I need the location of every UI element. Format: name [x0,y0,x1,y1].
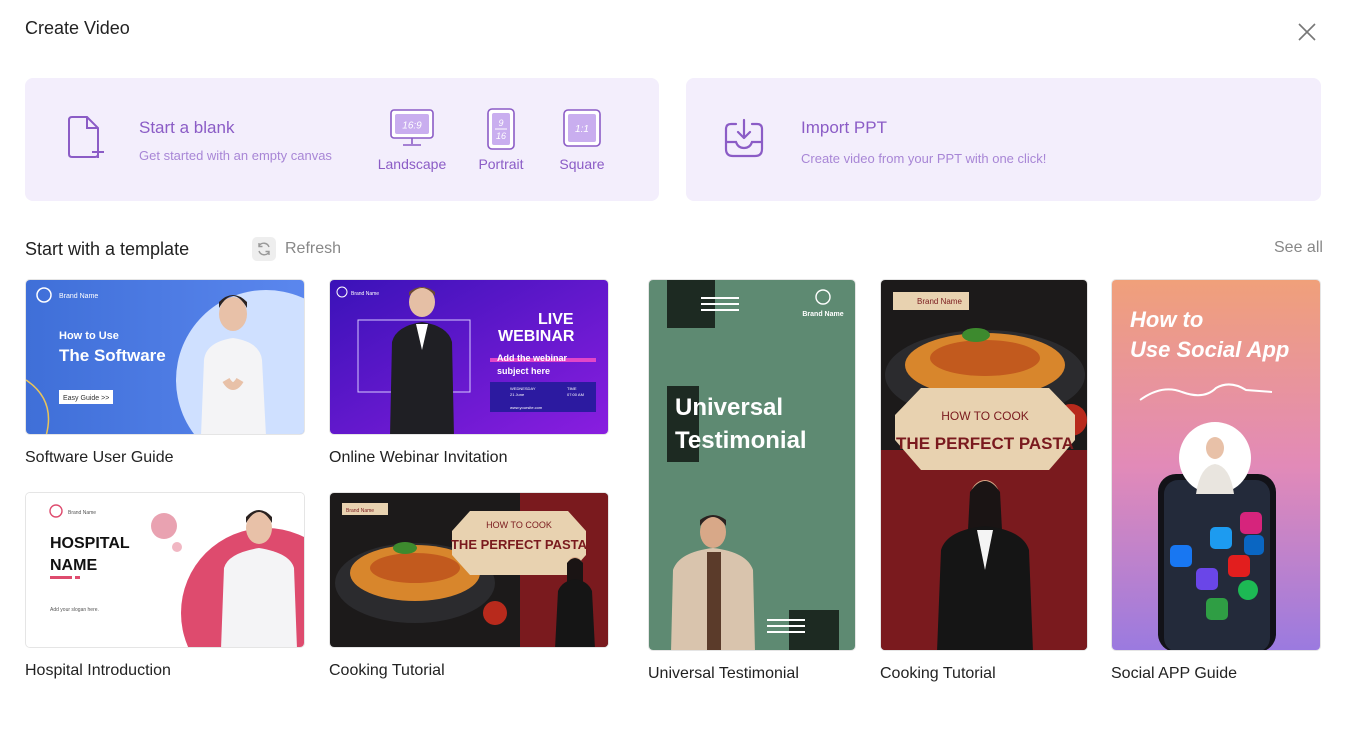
svg-text:Brand Name: Brand Name [59,293,98,300]
template-card-cooking-tutorial-portrait[interactable]: Brand Name HOW TO COOK THE PERFECT PASTA… [880,279,1088,685]
svg-text:WEDNESDAY: WEDNESDAY [510,386,536,391]
template-name: Cooking Tutorial [329,662,445,679]
refresh-button[interactable]: Refresh [252,237,341,261]
portrait-label: Portrait [478,156,524,172]
template-card-universal-testimonial[interactable]: Brand Name Universal Testimonial Univers… [648,279,856,685]
refresh-label: Refresh [285,240,342,257]
svg-text:Brand Name: Brand Name [68,510,96,516]
import-ppt-subtitle: Create video from your PPT with one clic… [801,151,1047,166]
template-thumbnail: Brand Name HOSPITAL NAME Add your slogan… [25,492,305,648]
svg-text:Use Social App: Use Social App [1130,337,1289,362]
svg-text:21 June: 21 June [510,392,525,397]
refresh-icon [252,237,276,261]
svg-text:9: 9 [498,118,503,128]
svg-text:HOW TO COOK: HOW TO COOK [486,520,552,530]
svg-text:THE PERFECT PASTA: THE PERFECT PASTA [451,537,588,552]
start-blank-subtitle: Get started with an empty canvas [139,148,332,163]
template-card-software-user-guide[interactable]: Brand Name How to Use The Software Easy … [25,279,305,469]
svg-text:www.yoursite.com: www.yoursite.com [510,405,543,410]
landscape-label: Landscape [377,156,447,172]
dialog-title: Create Video [25,18,130,38]
new-file-icon [65,114,105,162]
import-ppt-card[interactable]: Import PPT Create video from your PPT wi… [686,78,1321,201]
portrait-icon: 9 16 [487,108,515,150]
svg-text:07:00 AM: 07:00 AM [567,392,584,397]
svg-text:WEBINAR: WEBINAR [498,328,575,345]
templates-section-title: Start with a template [25,239,190,259]
square-icon: 1:1 [563,109,601,147]
svg-text:HOSPITAL: HOSPITAL [50,535,130,552]
svg-text:1:1: 1:1 [575,124,589,135]
square-button[interactable]: 1:1 Square [547,108,617,174]
template-name: Software User Guide [25,449,174,466]
svg-text:LIVE: LIVE [538,311,574,328]
svg-text:Add the webinar: Add the webinar [497,353,568,363]
start-blank-title: Start a blank [139,118,235,137]
svg-text:THE PERFECT PASTA: THE PERFECT PASTA [896,434,1074,453]
import-ppt-title: Import PPT [801,118,887,137]
see-all-link[interactable]: See all [1274,239,1323,257]
template-name: Social APP Guide [1111,665,1238,682]
svg-text:Brand Name: Brand Name [802,311,843,318]
template-name: Cooking Tutorial [880,665,996,682]
template-thumbnail: Brand Name HOW TO COOK THE PERFECT PASTA [329,492,609,648]
svg-text:subject here: subject here [497,366,550,376]
svg-text:Brand Name: Brand Name [917,297,962,306]
svg-text:16:9: 16:9 [402,121,422,132]
template-name: Hospital Introduction [25,662,171,679]
svg-text:Easy Guide >>: Easy Guide >> [63,395,109,402]
svg-text:TIME: TIME [567,386,577,391]
template-name: Online Webinar Invitation [329,449,508,466]
landscape-icon: 16:9 [390,109,434,146]
template-card-hospital-introduction[interactable]: Brand Name HOSPITAL NAME Add your slogan… [25,492,305,682]
template-thumbnail: How to Use Social App [1111,279,1321,651]
start-blank-card[interactable]: Start a blank Get started with an empty … [25,78,659,201]
template-name: Universal Testimonial [648,665,799,682]
import-tray-icon [722,116,766,160]
svg-text:HOW TO COOK: HOW TO COOK [941,409,1029,423]
svg-text:NAME: NAME [50,557,97,574]
template-card-social-app-guide[interactable]: How to Use Social App Social APP Guide [1111,279,1321,685]
svg-text:Add your slogan here.: Add your slogan here. [50,607,99,613]
svg-text:How to: How to [1130,307,1203,332]
svg-text:16: 16 [496,131,506,141]
svg-text:Brand Name: Brand Name [346,508,374,514]
svg-text:How to Use: How to Use [59,330,119,342]
close-icon[interactable] [1296,21,1318,43]
template-thumbnail: Brand Name Universal Testimonial [648,279,856,651]
portrait-button[interactable]: 9 16 Portrait [466,108,536,174]
template-thumbnail: Brand Name How to Use The Software Easy … [25,279,305,435]
svg-text:Testimonial: Testimonial [675,427,807,454]
square-label: Square [559,156,605,172]
svg-text:The Software: The Software [59,346,166,365]
template-card-online-webinar[interactable]: Brand Name LIVE WEBINAR Add the webinar … [329,279,609,469]
svg-text:Universal: Universal [675,394,783,421]
template-card-cooking-tutorial[interactable]: Brand Name HOW TO COOK THE PERFECT PASTA… [329,492,609,682]
svg-text:Brand Name: Brand Name [351,291,379,297]
template-thumbnail: Brand Name HOW TO COOK THE PERFECT PASTA [880,279,1088,651]
template-thumbnail: Brand Name LIVE WEBINAR Add the webinar … [329,279,609,435]
landscape-button[interactable]: 16:9 Landscape [377,108,447,174]
